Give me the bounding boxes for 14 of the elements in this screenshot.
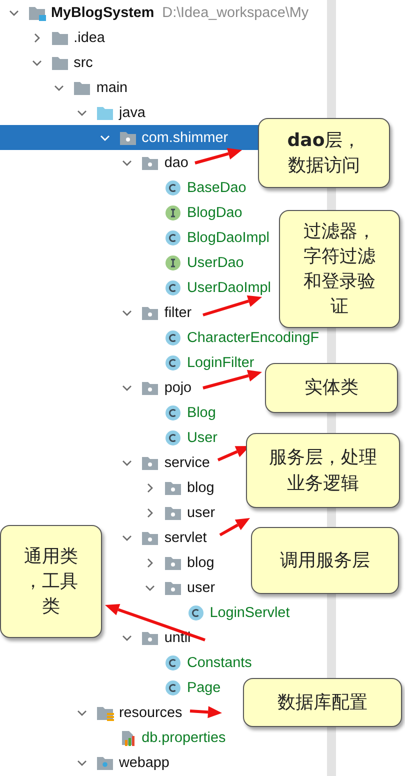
callout-text: 类	[42, 595, 60, 620]
callout-text: 通用类	[24, 544, 78, 569]
callout-text: 服务层，处理	[269, 446, 377, 470]
callout-text: 业务逻辑	[287, 472, 359, 496]
callout-text: 调用服务层	[280, 548, 370, 573]
callout-text: 证	[330, 295, 348, 320]
callout-text: 实体类	[304, 376, 358, 400]
callout-text: 和登录验	[304, 270, 376, 294]
callout-text: 数据访问	[288, 154, 360, 178]
project-path: D:\Idea_workspace\My	[162, 4, 309, 20]
callout-text: 数据库配置	[278, 690, 368, 715]
callout-text: 字符过滤	[304, 244, 376, 269]
callout-text: 过滤器，	[304, 220, 376, 244]
callout-text: ，工具	[24, 570, 78, 594]
